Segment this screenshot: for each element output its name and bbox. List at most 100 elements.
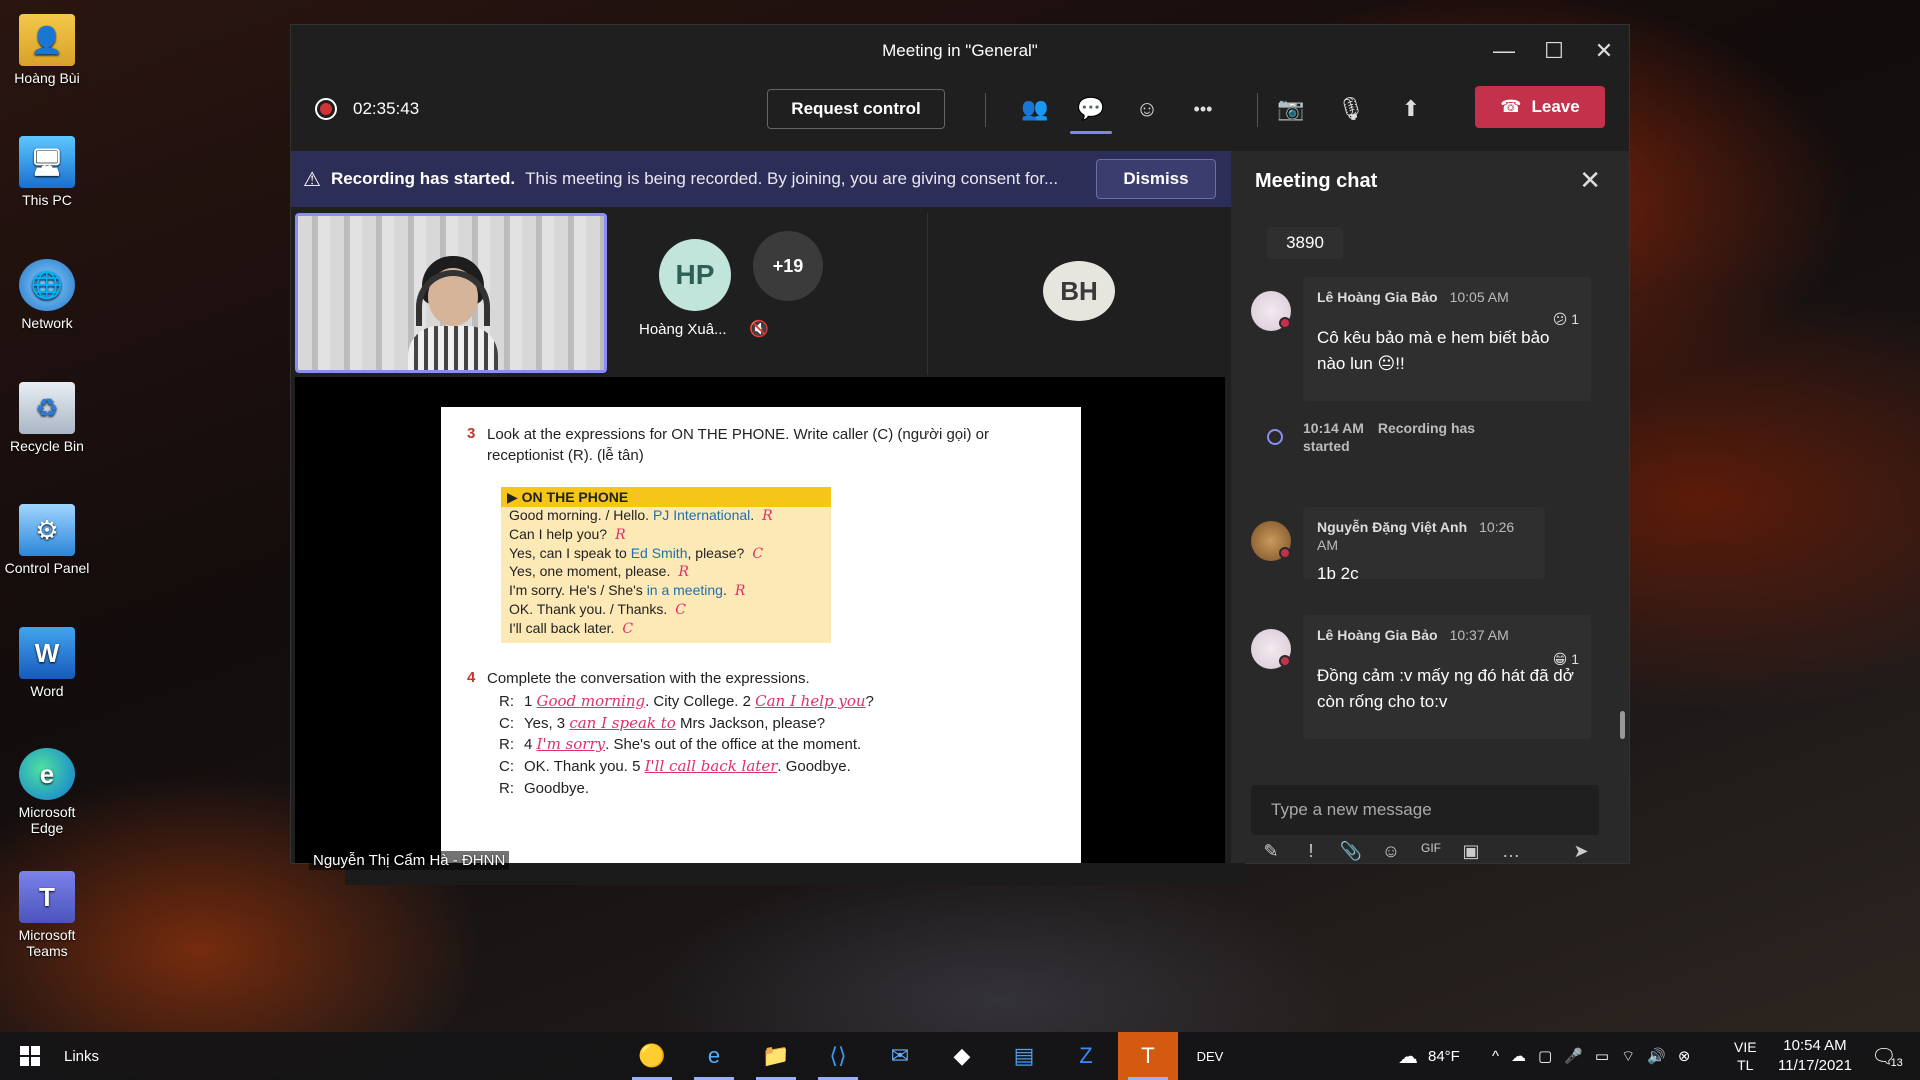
taskbar-edge-icon[interactable]: e xyxy=(684,1032,744,1080)
input-language[interactable]: VIE TL xyxy=(1734,1032,1757,1080)
conversation-text: Yes, 3 xyxy=(524,714,570,732)
desktop-icon-recycle-bin[interactable]: ♻ Recycle Bin xyxy=(0,374,94,454)
desktop-icon-label: Recycle Bin xyxy=(10,438,84,454)
important-icon[interactable]: ! xyxy=(1291,841,1331,871)
chat-message[interactable]: Lê Hoàng Gia Bảo 10:37 AM 😁 1 Đồng cảm :v… xyxy=(1303,615,1591,739)
conversation-row: R: 4 I'm sorry. She's out of the office a… xyxy=(499,735,861,753)
leave-button[interactable]: ☎ Leave xyxy=(1475,86,1605,128)
speaker-label: R: xyxy=(499,779,514,797)
microphone-icon[interactable]: 🎤 xyxy=(1564,1047,1583,1065)
conversation-text: 1 xyxy=(524,693,537,710)
conversation-text: OK. Thank you. 5 xyxy=(524,758,645,776)
taskbar-zalo-icon[interactable]: Z xyxy=(1056,1032,1116,1080)
desktop-icon-edge[interactable]: e Microsoft Edge xyxy=(0,740,94,836)
box-line: Good morning. / Hello. PJ International.… xyxy=(501,507,831,526)
participant-name-hp: Hoàng Xuâ... xyxy=(639,321,727,338)
send-icon[interactable]: ➤ xyxy=(1561,841,1601,871)
handwritten-mark: R xyxy=(762,508,773,524)
minimize-icon[interactable]: — xyxy=(1479,25,1529,77)
chevron-up-icon[interactable]: ^ xyxy=(1492,1048,1499,1065)
notification-center[interactable]: 🗨 13 xyxy=(1862,1032,1912,1080)
question-line: Look at the expressions for ON THE PHONE… xyxy=(487,426,989,443)
reaction-badge[interactable]: 😕 1 xyxy=(1553,311,1579,328)
camera-off-icon[interactable]: 📷 xyxy=(1273,91,1309,127)
participant-avatar-hp[interactable]: HP xyxy=(659,239,731,311)
desktop-icon-label: Microsoft Teams xyxy=(18,927,76,959)
onedrive-cloud-icon[interactable]: ☁ xyxy=(1511,1047,1526,1065)
taskbar-devtools-icon[interactable]: DEV xyxy=(1180,1032,1240,1080)
desktop-icon-label: Hoàng Bùi xyxy=(14,70,80,86)
device-icon[interactable]: ▢ xyxy=(1538,1047,1552,1065)
question-number: 4 xyxy=(467,669,476,686)
taskbar-vscode-icon[interactable]: ⟨⟩ xyxy=(808,1032,868,1080)
attach-icon[interactable]: 📎 xyxy=(1331,841,1371,871)
presenter-video-tile[interactable] xyxy=(295,213,607,373)
weather-temperature: 84°F xyxy=(1428,1047,1460,1065)
desktop-icon-this-pc[interactable]: 🖥 This PC xyxy=(0,128,94,208)
participant-avatar-bh[interactable]: BH xyxy=(1043,261,1115,321)
close-chat-icon[interactable]: ✕ xyxy=(1579,165,1601,196)
window-controls: — ☐ ✕ xyxy=(1479,25,1629,77)
sticker-icon[interactable]: ▣ xyxy=(1451,841,1491,871)
chat-icon[interactable]: 💬 xyxy=(1073,91,1109,127)
emoji-icon[interactable]: ☺ xyxy=(1371,841,1411,871)
more-participants-badge[interactable]: +19 xyxy=(753,231,823,301)
desktop-icon-network[interactable]: 🌐 Network xyxy=(0,251,94,331)
dismiss-button[interactable]: Dismiss xyxy=(1096,159,1216,199)
conversation-text: Goodbye. xyxy=(524,779,590,797)
format-icon[interactable]: ✎ xyxy=(1251,841,1291,871)
desktop-icon-teams[interactable]: T Microsoft Teams xyxy=(0,863,94,959)
handwritten-mark: C xyxy=(752,545,764,562)
request-control-button[interactable]: Request control xyxy=(767,89,945,129)
participant-muted-icon: 🔇 xyxy=(749,321,769,338)
share-screen-icon[interactable]: ⬆ xyxy=(1393,91,1429,127)
reaction-badge[interactable]: 😁 1 xyxy=(1553,651,1579,668)
close-circle-icon[interactable]: ⊗ xyxy=(1678,1047,1691,1065)
reactions-icon[interactable]: ☺ xyxy=(1129,91,1165,127)
wifi-icon[interactable]: ⌔ xyxy=(1621,1047,1635,1066)
close-icon[interactable]: ✕ xyxy=(1579,25,1629,77)
meeting-toolbar: 02:35:43 Request control 👥 💬 ☺ ••• 📷 🎙 ⬆… xyxy=(291,77,1629,141)
windows-taskbar: Links 🟡 e 📁 ⟨⟩ ✉ ◆ ▤ Z T DEV ☁ 84°F ^ ☁ … xyxy=(0,1032,1920,1080)
taskbar-teams-icon[interactable]: T xyxy=(1118,1032,1178,1080)
chat-message[interactable]: Lê Hoàng Gia Bảo 10:05 AM 😕 1 Cô kêu bảo … xyxy=(1303,277,1591,401)
links-toolbar[interactable]: Links xyxy=(64,1048,99,1065)
system-tray-icons: ^ ☁ ▢ 🎤 ▭ ⌔ 🔊 ⊗ xyxy=(1492,1032,1690,1080)
box-line: Can I help you? R xyxy=(501,526,831,545)
taskbar-mail-icon[interactable]: ✉ xyxy=(870,1032,930,1080)
notification-count: 13 xyxy=(1890,1057,1903,1069)
filled-answer: Good morning xyxy=(536,692,646,710)
conversation-row: C: OK. Thank you. 5 I'll call back later.… xyxy=(499,757,851,775)
box-line-text: Yes, one moment, please. xyxy=(509,563,671,580)
taskbar-app-icon[interactable]: ▤ xyxy=(994,1032,1054,1080)
presenter-video-figure xyxy=(408,256,498,370)
chat-message[interactable]: Nguyễn Đặng Việt Anh 10:26 AM 1b 2c xyxy=(1303,507,1545,583)
desktop-icon-control-panel[interactable]: ⚙ Control Panel xyxy=(0,496,94,576)
battery-icon[interactable]: ▭ xyxy=(1595,1047,1609,1065)
start-button[interactable] xyxy=(0,1032,60,1080)
gif-icon[interactable]: GIF xyxy=(1411,841,1451,871)
box-line-text: Good morning. / Hello. xyxy=(509,507,653,523)
recording-banner: ⚠ Recording has started. This meeting is… xyxy=(291,151,1231,207)
mic-muted-icon[interactable]: 🎙 xyxy=(1333,91,1369,127)
chat-message-snippet[interactable]: 3890 xyxy=(1267,227,1343,259)
taskbar-file-explorer-icon[interactable]: 📁 xyxy=(746,1032,806,1080)
participants-icon[interactable]: 👥 xyxy=(1017,91,1053,127)
speaker-label: C: xyxy=(499,758,514,776)
compose-message-input[interactable]: Type a new message xyxy=(1251,785,1599,835)
chat-scrollbar[interactable] xyxy=(1620,711,1625,739)
more-actions-icon[interactable]: ••• xyxy=(1185,91,1221,127)
phone-hangup-icon: ☎ xyxy=(1500,97,1522,116)
taskbar-dropbox-icon[interactable]: ◆ xyxy=(932,1032,992,1080)
desktop-icon-word[interactable]: W Word xyxy=(0,619,94,699)
control-panel-icon: ⚙ xyxy=(19,504,75,556)
clock[interactable]: 10:54 AM 11/17/2021 xyxy=(1770,1032,1860,1080)
weather-widget[interactable]: ☁ 84°F xyxy=(1398,1032,1460,1080)
folder-user-icon: 👤 xyxy=(19,14,75,66)
volume-icon[interactable]: 🔊 xyxy=(1647,1047,1666,1065)
maximize-icon[interactable]: ☐ xyxy=(1529,25,1579,77)
taskbar-chrome-icon[interactable]: 🟡 xyxy=(622,1032,682,1080)
conversation-text: . City College. 2 xyxy=(645,693,756,710)
desktop-icon-user-folder[interactable]: 👤 Hoàng Bùi xyxy=(0,6,94,86)
more-options-icon[interactable]: … xyxy=(1491,841,1531,871)
